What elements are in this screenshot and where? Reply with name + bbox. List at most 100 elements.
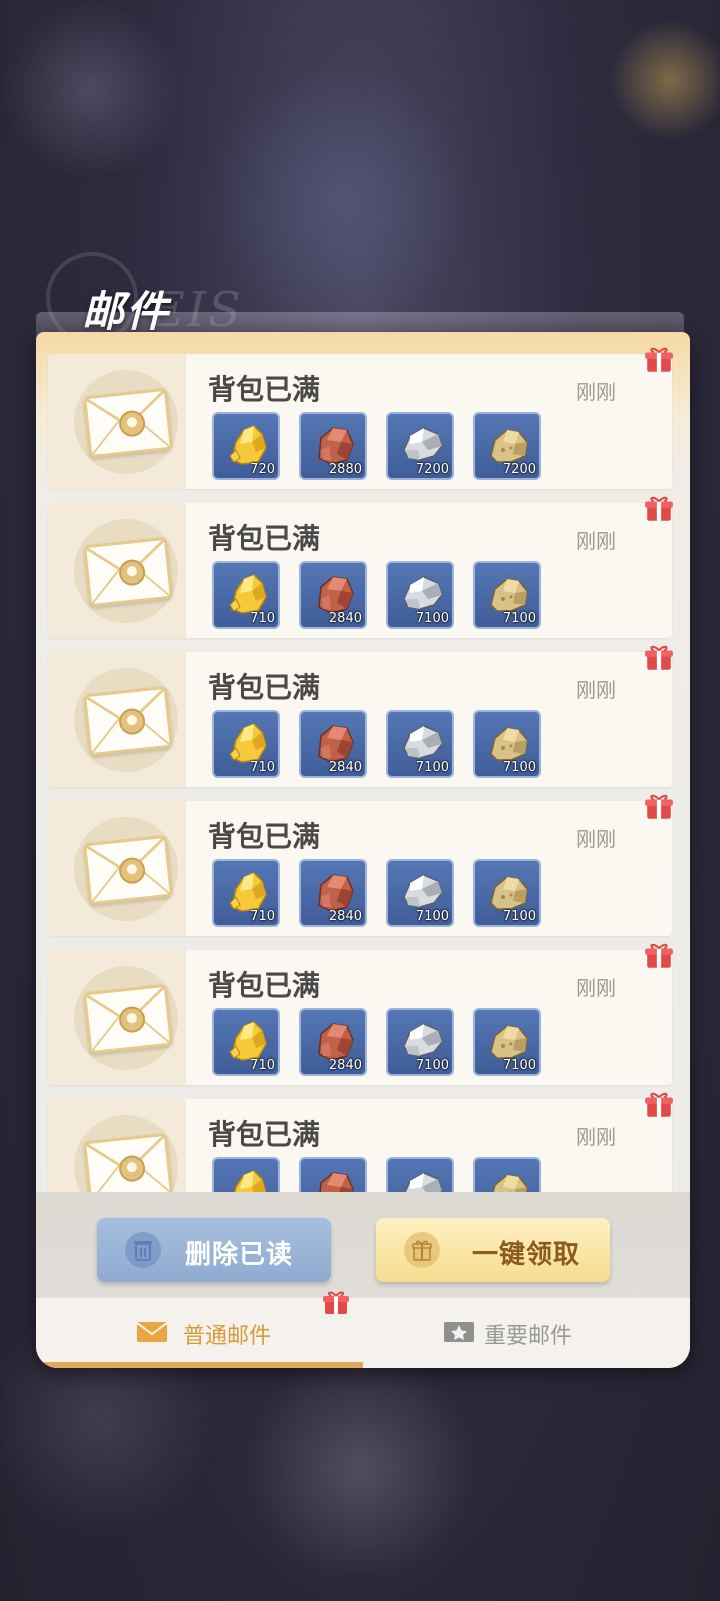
- copper-ore-item[interactable]: 2840: [299, 859, 367, 927]
- envelope-icon: ●: [74, 370, 178, 474]
- delete-read-label: 删除已读: [185, 1240, 294, 1270]
- item-count: 7200: [502, 462, 536, 477]
- copper-ore-item[interactable]: 2880: [299, 412, 367, 480]
- bottom-action-bar: 删除已读 一键领取 普通邮件 重要邮件: [36, 1192, 690, 1368]
- silver-ore-item[interactable]: 7200: [386, 412, 454, 480]
- mail-title: 背包已满: [208, 1118, 321, 1151]
- gold-ore-item[interactable]: 710: [212, 561, 280, 629]
- gold-ore-item[interactable]: [212, 1157, 280, 1192]
- item-count: 7100: [502, 909, 536, 924]
- silver-ore-item[interactable]: 7100: [386, 561, 454, 629]
- copper-ore-icon: [311, 718, 359, 766]
- tab-important-label: 重要邮件: [484, 1324, 573, 1349]
- gold-ore-item[interactable]: 710: [212, 859, 280, 927]
- mail-icon-column: ●: [48, 354, 186, 489]
- gift-icon: [404, 1232, 440, 1268]
- mail-item[interactable]: ● 背包已满 刚刚 720 2880 7200 7200: [48, 347, 673, 489]
- sand-ore-item[interactable]: 7100: [473, 561, 541, 629]
- gift-icon: [644, 346, 674, 374]
- envelope-icon: ●: [74, 817, 178, 921]
- gold-ore-icon: [224, 1165, 272, 1192]
- copper-ore-item[interactable]: 2840: [299, 1008, 367, 1076]
- mail-list[interactable]: ● 背包已满 刚刚 720 2880 7200 7200 ● 背包已满 刚刚 710 2840 7100…: [36, 332, 690, 1192]
- sand-ore-icon: [485, 569, 533, 617]
- silver-ore-item[interactable]: 7100: [386, 859, 454, 927]
- silver-ore-icon: [398, 867, 446, 915]
- gift-icon: [644, 942, 674, 970]
- mail-time: 刚刚: [576, 678, 616, 702]
- mail-icon-column: ●: [48, 950, 186, 1085]
- item-count: 710: [250, 909, 275, 924]
- item-count: 7100: [415, 1058, 449, 1073]
- item-count: 7100: [415, 611, 449, 626]
- mail-icon-column: ●: [48, 1099, 186, 1192]
- envelope-icon: ●: [74, 519, 178, 623]
- copper-ore-item[interactable]: 2840: [299, 561, 367, 629]
- sand-ore-icon: [485, 867, 533, 915]
- sand-ore-icon: [485, 1165, 533, 1192]
- copper-ore-icon: [311, 420, 359, 468]
- mail-panel: ● 背包已满 刚刚 720 2880 7200 7200 ● 背包已满 刚刚 710 2840 7100…: [36, 332, 690, 1368]
- item-count: 2840: [328, 760, 362, 775]
- sand-ore-item[interactable]: [473, 1157, 541, 1192]
- mail-time: 刚刚: [576, 1125, 616, 1149]
- mail-icon-column: ●: [48, 503, 186, 638]
- gift-icon: [644, 495, 674, 523]
- claim-all-button[interactable]: 一键领取: [376, 1218, 610, 1282]
- mail-title: 背包已满: [208, 820, 321, 853]
- silver-ore-icon: [398, 1165, 446, 1192]
- item-count: 7100: [502, 1058, 536, 1073]
- item-count: 7100: [502, 760, 536, 775]
- mail-item[interactable]: ● 背包已满 刚刚 710 2840 7100 7100: [48, 645, 673, 787]
- mail-title: 背包已满: [208, 373, 321, 406]
- sand-ore-item[interactable]: 7100: [473, 710, 541, 778]
- gold-ore-item[interactable]: 710: [212, 1008, 280, 1076]
- item-count: 2840: [328, 611, 362, 626]
- mail-title: 背包已满: [208, 522, 321, 555]
- claim-all-label: 一键领取: [472, 1240, 581, 1270]
- silver-ore-item[interactable]: 7100: [386, 1008, 454, 1076]
- sand-ore-item[interactable]: 7100: [473, 859, 541, 927]
- tab-normal-mail[interactable]: 普通邮件: [36, 1291, 363, 1368]
- tab-important-mail[interactable]: 重要邮件: [363, 1298, 690, 1368]
- sand-ore-icon: [485, 1016, 533, 1064]
- sand-ore-item[interactable]: 7200: [473, 412, 541, 480]
- copper-ore-item[interactable]: 2840: [299, 710, 367, 778]
- item-count: 720: [250, 462, 275, 477]
- mail-item[interactable]: ● 背包已满 刚刚 710 2840 7100 7100: [48, 496, 673, 638]
- tab-active-indicator: [36, 1362, 363, 1368]
- mail-item[interactable]: ● 背包已满 刚刚 710 2840 7100 7100: [48, 943, 673, 1085]
- gift-icon: [323, 1291, 349, 1314]
- mail-item[interactable]: ● 背包已满 刚刚: [48, 1092, 673, 1192]
- silver-ore-item[interactable]: [386, 1157, 454, 1192]
- mail-time: 刚刚: [576, 529, 616, 553]
- trash-icon: [125, 1232, 161, 1268]
- mail-icon-column: ●: [48, 652, 186, 787]
- gold-ore-icon: [224, 867, 272, 915]
- gold-ore-item[interactable]: 720: [212, 412, 280, 480]
- item-count: 2840: [328, 909, 362, 924]
- envelope-icon: ●: [74, 1115, 178, 1192]
- silver-ore-item[interactable]: 7100: [386, 710, 454, 778]
- mail-time: 刚刚: [576, 976, 616, 1000]
- sand-ore-icon: [485, 718, 533, 766]
- tab-normal-label: 普通邮件: [183, 1324, 272, 1349]
- copper-ore-item[interactable]: [299, 1157, 367, 1192]
- gold-ore-icon: [224, 718, 272, 766]
- sand-ore-item[interactable]: 7100: [473, 1008, 541, 1076]
- silver-ore-icon: [398, 1016, 446, 1064]
- item-count: 2840: [328, 1058, 362, 1073]
- envelope-icon: ●: [74, 668, 178, 772]
- mail-item[interactable]: ● 背包已满 刚刚 710 2840 7100 7100: [48, 794, 673, 936]
- gift-icon: [644, 644, 674, 672]
- mail-title: 背包已满: [208, 671, 321, 704]
- item-count: 2880: [328, 462, 362, 477]
- delete-read-button[interactable]: 删除已读: [97, 1218, 331, 1282]
- item-count: 7100: [415, 909, 449, 924]
- mail-tabs: 普通邮件 重要邮件: [36, 1291, 690, 1368]
- item-count: 7100: [502, 611, 536, 626]
- item-count: 710: [250, 611, 275, 626]
- silver-ore-icon: [398, 569, 446, 617]
- copper-ore-icon: [311, 1016, 359, 1064]
- gold-ore-item[interactable]: 710: [212, 710, 280, 778]
